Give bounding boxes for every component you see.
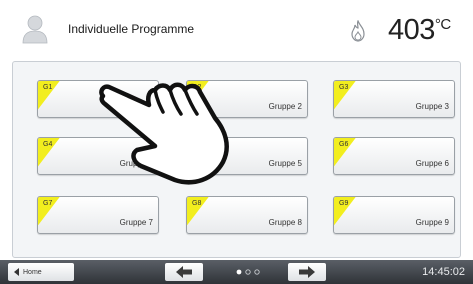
program-button-g8[interactable]: G8 Gruppe 8 (186, 196, 308, 234)
program-name: Gruppe 3 (415, 102, 449, 111)
program-code: G4 (43, 141, 53, 148)
program-code: G6 (339, 141, 349, 148)
home-label: Home (23, 268, 42, 276)
accent-wedge (334, 197, 356, 226)
page-indicator (236, 269, 260, 275)
program-code: G7 (43, 200, 53, 207)
accent-wedge (38, 197, 60, 226)
accent-wedge (187, 197, 209, 226)
program-button-g9[interactable]: G9 Gruppe 9 (333, 196, 455, 234)
arrow-right-icon (299, 266, 315, 278)
temperature-display: 403°C (388, 14, 451, 47)
program-code: G8 (192, 200, 202, 207)
temperature-value: 403 (388, 14, 435, 46)
arrow-left-icon (176, 266, 192, 278)
program-name: Gruppe 2 (268, 102, 302, 111)
header: Individuelle Programme 403°C (0, 0, 473, 58)
next-page-button[interactable] (288, 263, 326, 281)
program-code: G9 (339, 200, 349, 207)
home-button[interactable]: Home (8, 263, 74, 281)
temperature-unit: °C (434, 16, 451, 33)
accent-wedge (334, 81, 356, 110)
pointing-hand-icon (99, 82, 229, 185)
program-button-g7[interactable]: G7 Gruppe 7 (37, 196, 159, 234)
clock: 14:45:02 (422, 266, 465, 278)
program-name: Gruppe 9 (415, 218, 449, 227)
program-name: Gruppe 6 (415, 159, 449, 168)
footer-bar: Home 14:45:02 (0, 260, 473, 284)
flame-icon (351, 20, 365, 42)
program-code: G1 (43, 84, 53, 91)
program-name: Gruppe 7 (119, 218, 153, 227)
program-name: Gruppe 8 (268, 218, 302, 227)
previous-page-button[interactable] (165, 263, 203, 281)
screen: Individuelle Programme 403°C G1 G2 Grupp… (0, 0, 473, 284)
program-code: G3 (339, 84, 349, 91)
program-button-g3[interactable]: G3 Gruppe 3 (333, 80, 455, 118)
accent-wedge (334, 138, 356, 167)
page-title: Individuelle Programme (68, 22, 195, 36)
program-name: Gruppe 5 (268, 159, 302, 168)
user-icon[interactable] (21, 14, 49, 44)
triangle-left-icon (14, 268, 19, 276)
program-button-g6[interactable]: G6 Gruppe 6 (333, 137, 455, 175)
